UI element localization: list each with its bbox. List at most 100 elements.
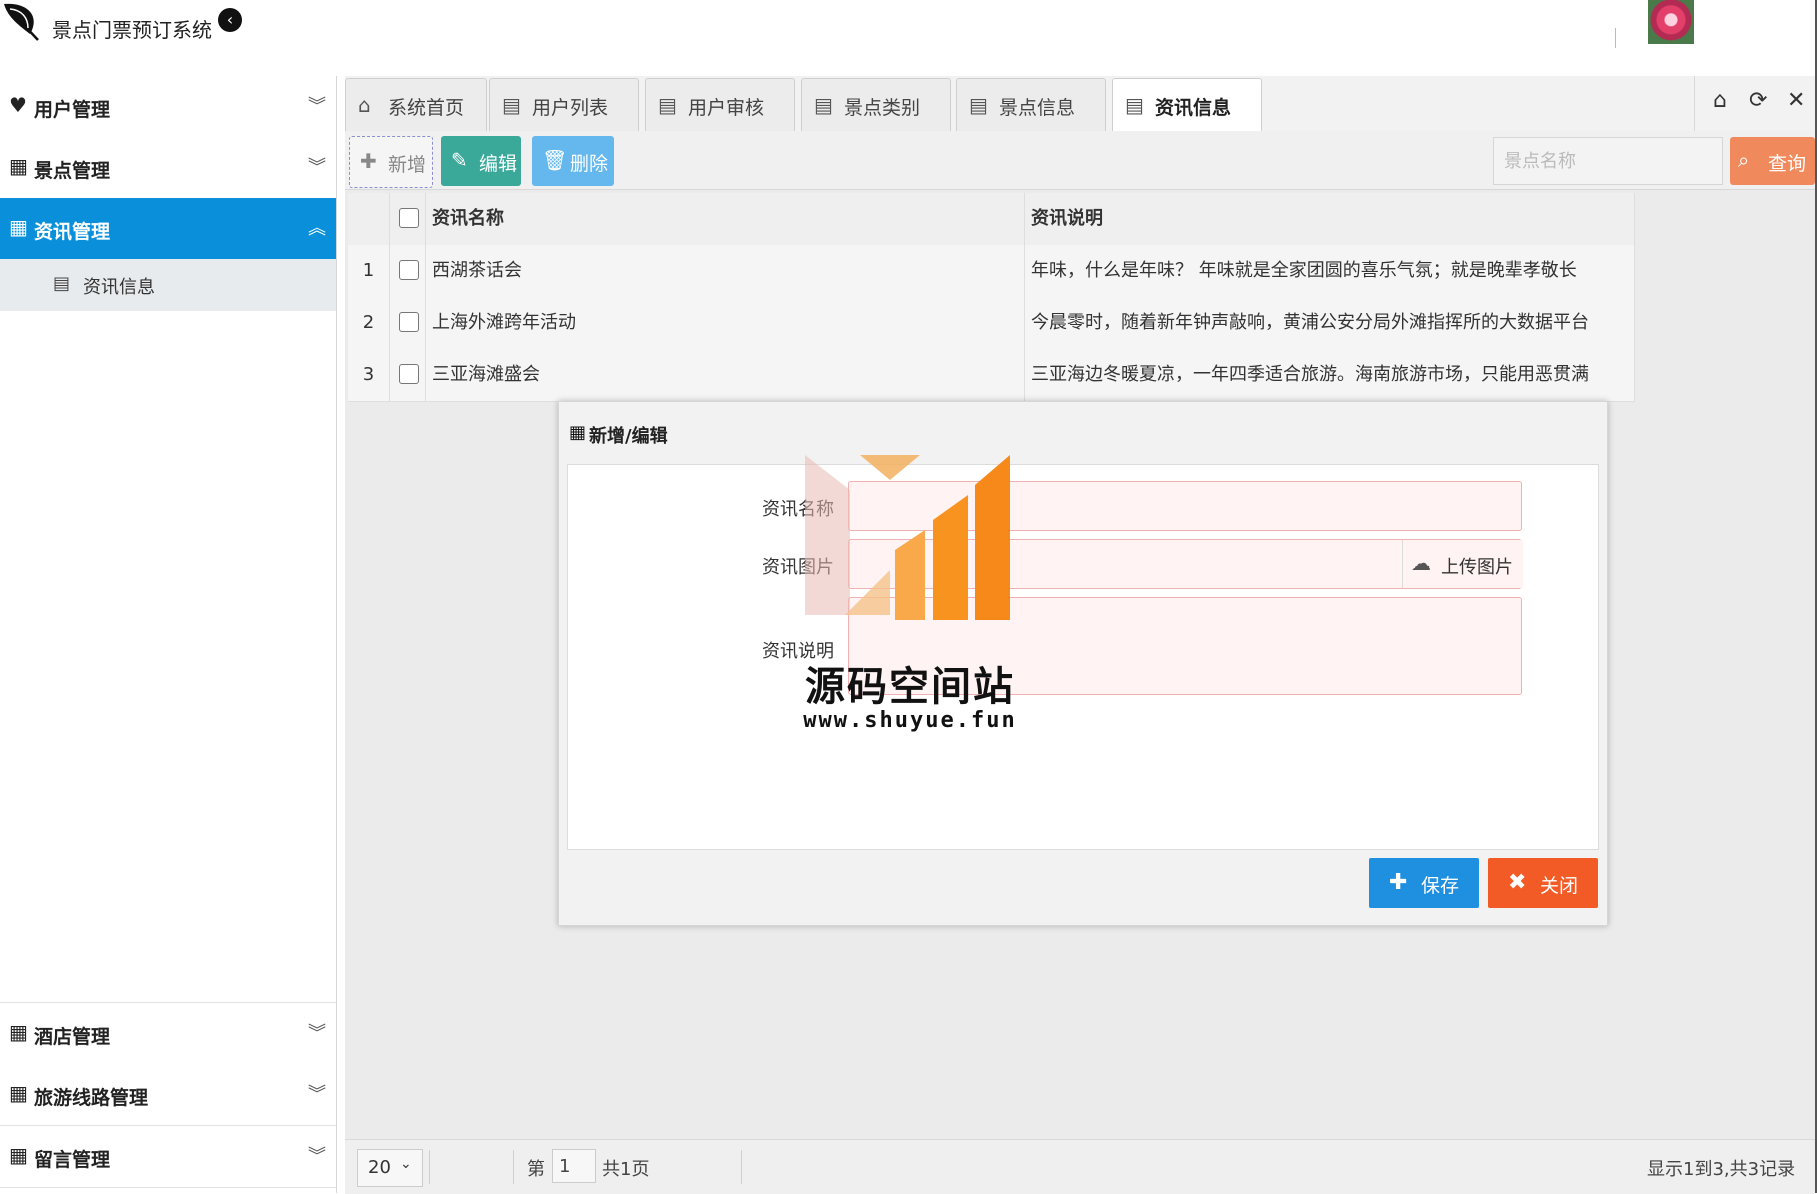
sidebar-item-user-management[interactable]: ♥ 用户管理 ︾ (0, 76, 336, 138)
sidebar-item-label: 用户管理 (34, 99, 111, 121)
row-select-cell (390, 297, 426, 349)
search-icon: ⌕ (1738, 148, 1750, 172)
row-number: 2 (348, 297, 390, 349)
close-button[interactable]: ✖ 关闭 (1488, 858, 1598, 908)
cloud-upload-icon: ☁ (1411, 551, 1431, 575)
sidebar-item-label: 资讯管理 (34, 221, 111, 243)
row-number: 3 (348, 349, 390, 401)
app-title: 景点门票预订系统 (52, 18, 212, 42)
sidebar-item-route-management[interactable]: ▦ 旅游线路管理 ︾ (0, 1064, 336, 1126)
chevron-left-circle-icon[interactable]: ‹ (218, 8, 242, 32)
table-icon: ▦ (9, 1143, 28, 1167)
avatar[interactable] (1648, 0, 1694, 44)
table-row[interactable]: 3 三亚海滩盛会 三亚海边冬暖夏凉，一年四季适合旅游。海南旅游市场，只能用恶贯满 (348, 349, 1635, 402)
page-total: 共1页 (602, 1159, 650, 1180)
header-divider (1615, 28, 1616, 48)
save-button[interactable]: ✚ 保存 (1369, 858, 1479, 908)
home-icon: ⌂ (358, 93, 371, 117)
leaf-logo-icon (0, 0, 44, 44)
dialog-title: 新增/编辑 (589, 426, 668, 447)
double-chevron-down-icon: ︾ (308, 1146, 326, 1167)
sidebar-item-message-management[interactable]: ▦ 留言管理 ︾ (0, 1126, 336, 1188)
tab-user-list[interactable]: ▤ 用户列表 (489, 78, 639, 131)
file-icon: ▤ (969, 93, 988, 117)
row-number-header (348, 193, 390, 245)
page-number-input[interactable] (552, 1149, 596, 1183)
table-icon: ▦ (9, 1020, 28, 1044)
edit-dialog: ▦ 新增/编辑 资讯名称 资讯图片 ☁ 上传图片 资讯说明 ✚ 保存 ✖ 关闭 (558, 401, 1608, 926)
delete-button[interactable]: 🗑 删除 (532, 136, 614, 186)
sidebar-item-label: 景点管理 (34, 160, 111, 182)
plus-icon: ✚ (1389, 870, 1408, 895)
query-button-label: 查询 (1768, 153, 1807, 175)
tab-label: 系统首页 (388, 97, 465, 119)
sidebar-subitem-news-info[interactable]: ▤ 资讯信息 (0, 259, 336, 311)
cell-name: 上海外滩跨年活动 (426, 297, 1025, 349)
sidebar-item-label: 留言管理 (34, 1149, 111, 1171)
table-row[interactable]: 2 上海外滩跨年活动 今晨零时，随着新年钟声敲响，黄浦公安分局外滩指挥所的大数据… (348, 297, 1635, 350)
toolbar: ✚ 新增 ✎ 编辑 🗑 删除 ⌕ 查询 (345, 131, 1815, 190)
dialog-footer: ✚ 保存 ✖ 关闭 (567, 850, 1598, 916)
query-button[interactable]: ⌕ 查询 (1730, 137, 1815, 185)
delete-button-label: 删除 (570, 153, 609, 175)
trash-icon: 🗑 (542, 148, 568, 172)
news-desc-textarea[interactable] (848, 597, 1522, 695)
chevron-down-icon: ⌄ (400, 1156, 412, 1172)
upload-image-button[interactable]: ☁ 上传图片 (1402, 540, 1523, 588)
add-button-label: 新增 (388, 154, 427, 176)
home-icon[interactable]: ⌂ (1713, 88, 1727, 113)
search-input[interactable] (1493, 137, 1723, 185)
file-icon: ▤ (502, 93, 521, 117)
close-button-label: 关闭 (1540, 875, 1579, 897)
column-header-desc[interactable]: 资讯说明 (1025, 193, 1635, 245)
add-button[interactable]: ✚ 新增 (349, 136, 433, 188)
tab-scenic-category[interactable]: ▤ 景点类别 (801, 78, 951, 131)
tab-user-review[interactable]: ▤ 用户审核 (645, 78, 795, 131)
double-chevron-up-icon: ︽ (308, 218, 326, 239)
sidebar-item-news-management[interactable]: ▦ 资讯管理 ︽ (0, 198, 336, 259)
dialog-form: 资讯名称 资讯图片 ☁ 上传图片 资讯说明 (567, 464, 1599, 850)
row-checkbox[interactable] (399, 312, 419, 332)
cell-name: 西湖茶话会 (426, 245, 1025, 297)
sidebar: ♥ 用户管理 ︾ ▦ 景点管理 ︾ ▦ 资讯管理 ︽ ▤ 资讯信息 ▦ 酒店管理… (0, 76, 337, 1193)
news-name-label: 资讯名称 (762, 499, 834, 520)
sidebar-item-scenic-management[interactable]: ▦ 景点管理 ︾ (0, 137, 336, 199)
tab-home[interactable]: ⌂ 系统首页 (345, 78, 487, 131)
row-select-cell (390, 245, 426, 297)
pager-divider (429, 1150, 430, 1184)
select-all-cell (390, 193, 426, 245)
app-header: 景点门票预订系统 ‹ (0, 0, 1817, 76)
double-chevron-down-icon: ︾ (308, 1084, 326, 1105)
table-icon: ▦ (9, 1081, 28, 1105)
cell-name: 三亚海滩盛会 (426, 349, 1025, 401)
refresh-icon[interactable]: ⟳ (1749, 88, 1767, 113)
file-icon: ▤ (53, 273, 71, 294)
file-icon: ▤ (658, 93, 677, 117)
tab-scenic-info[interactable]: ▤ 景点信息 (956, 78, 1106, 131)
edit-button-label: 编辑 (479, 153, 518, 175)
close-icon: ✖ (1508, 870, 1527, 895)
close-icon[interactable]: ✕ (1787, 88, 1805, 113)
tab-news-info[interactable]: ▤ 资讯信息 (1112, 78, 1262, 133)
news-name-input[interactable] (848, 481, 1522, 531)
record-summary: 显示1到3,共3记录 (1647, 1159, 1796, 1180)
double-chevron-down-icon: ︾ (308, 96, 326, 117)
row-select-cell (390, 349, 426, 401)
grid-header: 资讯名称 资讯说明 (348, 193, 1635, 246)
double-chevron-down-icon: ︾ (308, 157, 326, 178)
page-size-select[interactable]: 20 ⌄ (357, 1149, 423, 1187)
table-icon: ▦ (9, 215, 28, 239)
sidebar-item-hotel-management[interactable]: ▦ 酒店管理 ︾ (0, 1002, 336, 1065)
row-checkbox[interactable] (399, 260, 419, 280)
table-row[interactable]: 1 西湖茶话会 年味，什么是年味？ 年味就是全家团圆的喜乐气氛；就是晚辈孝敬长 (348, 245, 1635, 298)
cell-desc: 年味，什么是年味？ 年味就是全家团圆的喜乐气氛；就是晚辈孝敬长 (1025, 245, 1635, 297)
column-header-name[interactable]: 资讯名称 (426, 193, 1025, 245)
page-size-value: 20 (368, 1157, 391, 1178)
news-image-field[interactable]: ☁ 上传图片 (848, 539, 1523, 589)
row-checkbox[interactable] (399, 364, 419, 384)
page-prefix: 第 (527, 1159, 545, 1180)
pencil-icon: ✎ (451, 148, 468, 172)
edit-button[interactable]: ✎ 编辑 (441, 136, 521, 186)
select-all-checkbox[interactable] (399, 208, 419, 228)
tab-label: 景点信息 (999, 97, 1076, 119)
